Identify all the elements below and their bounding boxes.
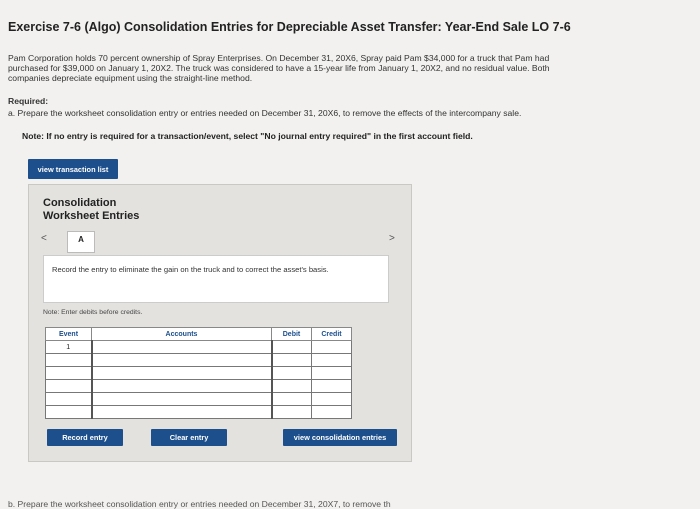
credit-input[interactable] — [311, 405, 352, 419]
credit-input[interactable] — [311, 392, 352, 406]
debit-input[interactable] — [271, 366, 312, 380]
account-select[interactable] — [90, 340, 273, 354]
table-row — [45, 405, 352, 419]
requirement-a: a. Prepare the worksheet consolidation e… — [8, 108, 522, 118]
account-select[interactable] — [90, 405, 273, 419]
requirement-b-partial: b. Prepare the worksheet consolidation e… — [8, 499, 391, 509]
credit-input[interactable] — [311, 366, 352, 380]
credit-input[interactable] — [311, 379, 352, 393]
event-cell — [45, 405, 92, 419]
header-debit: Debit — [271, 327, 312, 341]
clear-entry-button[interactable]: Clear entry — [151, 429, 227, 446]
account-select[interactable] — [90, 366, 273, 380]
event-cell — [45, 392, 92, 406]
worksheet-panel: Consolidation Worksheet Entries < A > Re… — [28, 184, 412, 462]
requirement-note: Note: If no entry is required for a tran… — [22, 131, 473, 141]
header-event: Event — [45, 327, 92, 341]
view-consolidation-entries-button[interactable]: view consolidation entries — [283, 429, 397, 446]
view-transaction-list-button[interactable]: view transaction list — [28, 159, 118, 179]
debit-input[interactable] — [271, 392, 312, 406]
panel-title-line2: Worksheet Entries — [43, 210, 140, 222]
tab-entry-a[interactable]: A — [67, 231, 95, 253]
required-label: Required: — [8, 96, 49, 106]
event-cell — [45, 366, 92, 380]
problem-intro: Pam Corporation holds 70 percent ownersh… — [8, 53, 550, 83]
next-entry-icon[interactable]: > — [389, 233, 395, 244]
account-select[interactable] — [90, 379, 273, 393]
record-entry-button[interactable]: Record entry — [47, 429, 123, 446]
table-row — [45, 392, 352, 406]
debit-input[interactable] — [271, 340, 312, 354]
panel-title-line1: Consolidation — [43, 197, 117, 209]
header-credit: Credit — [311, 327, 352, 341]
account-select[interactable] — [90, 353, 273, 367]
debit-input[interactable] — [271, 353, 312, 367]
prev-entry-icon[interactable]: < — [41, 233, 47, 244]
note-debits-before-credits: Note: Enter debits before credits. — [43, 309, 143, 316]
event-cell — [45, 353, 92, 367]
table-row — [45, 379, 352, 393]
debit-input[interactable] — [271, 405, 312, 419]
event-cell — [45, 379, 92, 393]
table-row — [45, 366, 352, 380]
table-row — [45, 353, 352, 367]
table-row: 1 — [45, 340, 352, 354]
credit-input[interactable] — [311, 340, 352, 354]
credit-input[interactable] — [311, 353, 352, 367]
debit-input[interactable] — [271, 379, 312, 393]
page-title: Exercise 7-6 (Algo) Consolidation Entrie… — [8, 20, 571, 34]
header-accounts: Accounts — [91, 327, 272, 341]
panel-title: Consolidation Worksheet Entries — [43, 197, 139, 223]
account-select[interactable] — [90, 392, 273, 406]
event-cell: 1 — [45, 340, 92, 354]
journal-entry-table: Event Accounts Debit Credit 1 — [45, 327, 352, 419]
entry-instruction: Record the entry to eliminate the gain o… — [43, 255, 389, 303]
